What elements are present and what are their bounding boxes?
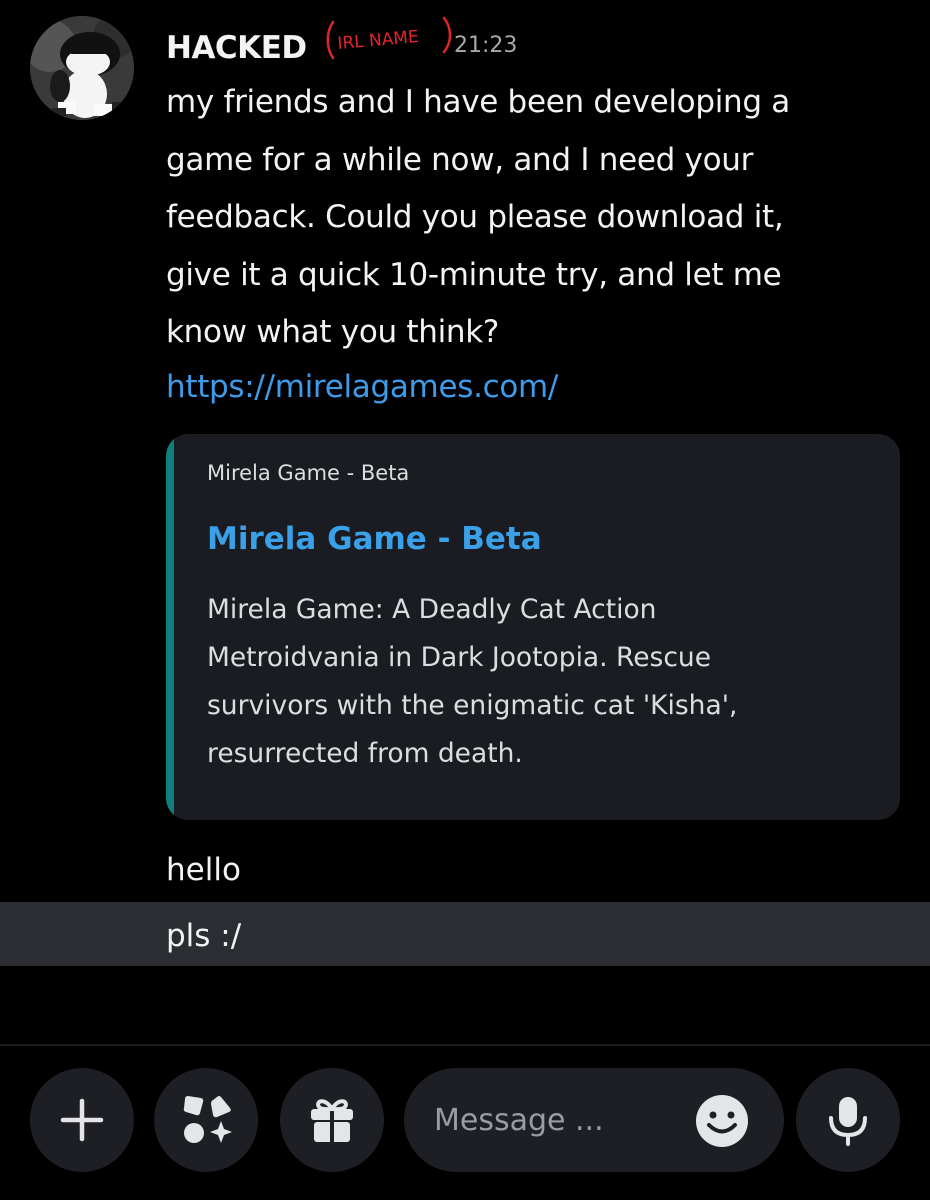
voice-message-button[interactable] xyxy=(796,1068,900,1172)
embed-description-line: resurrected from death. xyxy=(207,738,523,769)
plus-button[interactable] xyxy=(30,1068,134,1172)
emoji-button[interactable] xyxy=(694,1093,750,1149)
message-body: my friends and I have been developing a … xyxy=(166,74,906,362)
message-line: know what you think? xyxy=(166,314,500,350)
embed-title-link[interactable]: Mirela Game - Beta xyxy=(207,518,542,560)
message-header: HACKED xyxy=(166,22,307,66)
gift-button[interactable] xyxy=(280,1068,384,1172)
highlighted-message-row[interactable] xyxy=(0,902,930,966)
link-embed: Mirela Game - Beta Mirela Game - Beta Mi… xyxy=(166,434,900,820)
plus-icon xyxy=(60,1098,104,1142)
message-link[interactable]: https://mirelagames.com/ xyxy=(166,362,558,412)
annotation-text: IRL NAME xyxy=(337,27,420,54)
embed-description-line: survivors with the enigmatic cat 'Kisha'… xyxy=(207,690,738,721)
user-avatar[interactable] xyxy=(30,16,134,120)
composer-divider xyxy=(0,1044,930,1046)
microphone-icon xyxy=(829,1097,867,1146)
message-line: give it a quick 10-minute try, and let m… xyxy=(166,256,782,293)
irl-name-annotation: IRL NAME xyxy=(324,16,456,62)
message-line: my friends and I have been developing a xyxy=(166,84,790,120)
followup-message: pls :/ xyxy=(166,918,242,954)
apps-icon xyxy=(183,1096,232,1143)
username[interactable]: HACKED xyxy=(166,30,307,66)
message-timestamp: 21:23 xyxy=(454,33,518,58)
apps-button[interactable] xyxy=(154,1068,258,1172)
message-line: game for a while now, and I need your xyxy=(166,141,754,178)
message-input[interactable] xyxy=(434,1094,684,1146)
gift-icon xyxy=(311,1099,353,1142)
message-composer[interactable] xyxy=(404,1068,784,1172)
embed-description-line: Mirela Game: A Deadly Cat Action xyxy=(207,594,657,625)
embed-provider: Mirela Game - Beta xyxy=(207,461,410,485)
embed-accent-bar xyxy=(166,434,174,820)
avatar-image xyxy=(30,16,134,120)
followup-message: hello xyxy=(166,852,241,888)
embed-description: Mirela Game: A Deadly Cat Action Metroid… xyxy=(207,586,847,778)
emoji-icon xyxy=(696,1095,748,1147)
message-line: feedback. Could you please download it, xyxy=(166,199,784,235)
embed-description-line: Metroidvania in Dark Jootopia. Rescue xyxy=(207,642,712,673)
